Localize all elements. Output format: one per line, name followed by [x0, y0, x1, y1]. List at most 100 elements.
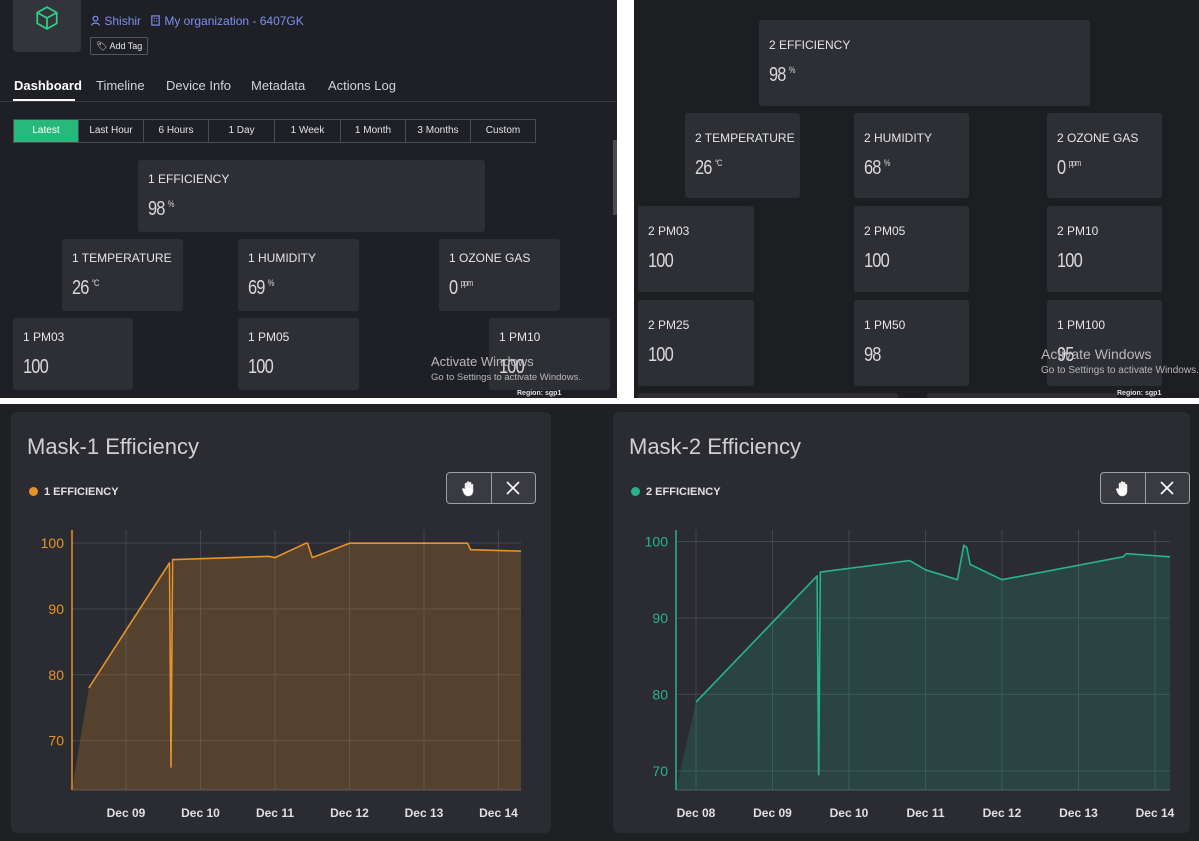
- chart-plot-mask-1[interactable]: 70 80 90 100 Dec 09 Dec 10 Dec 11 Dec 12 Dec 13 D…: [11, 412, 551, 833]
- range-3-months[interactable]: 3 Months: [406, 120, 471, 142]
- y-tick-label: 80: [48, 667, 64, 683]
- watermark-subtitle: Go to Settings to activate Windows.: [431, 372, 581, 383]
- card-label: 2 PM25: [648, 318, 690, 332]
- scrollbar[interactable]: [613, 140, 617, 215]
- time-range-selector: Latest Last Hour 6 Hours 1 Day 1 Week 1 …: [13, 119, 536, 143]
- series-area-fill: [676, 545, 1170, 790]
- card-value: 98%: [769, 64, 795, 86]
- x-tick-label: Dec 13: [1059, 806, 1098, 820]
- x-tick-label: Dec 12: [330, 806, 369, 820]
- watermark-subtitle: Go to Settings to activate Windows.: [1041, 365, 1199, 376]
- card-value: 100: [23, 356, 49, 378]
- x-tick-label: Dec 11: [256, 806, 294, 820]
- x-tick-label: Dec 08: [677, 806, 716, 820]
- card-1-humidity[interactable]: 1 HUMIDITY 69%: [238, 239, 359, 311]
- card-label: 1 PM10: [499, 330, 541, 344]
- card-label: 1 PM05: [248, 330, 290, 344]
- range-6-hours[interactable]: 6 Hours: [144, 120, 209, 142]
- tab-actions-log[interactable]: Actions Log: [328, 78, 396, 93]
- card-label: 2 HUMIDITY: [864, 131, 933, 145]
- card-value: 0 ppm: [1057, 157, 1081, 179]
- card-value: 98%: [148, 198, 174, 220]
- card-value: 26 °C: [72, 277, 99, 299]
- organization-link[interactable]: My organization - 6407GK: [150, 14, 304, 28]
- card-value: 68%: [864, 157, 890, 179]
- x-tick-label: Dec 11: [906, 806, 944, 820]
- tab-timeline[interactable]: Timeline: [96, 78, 145, 93]
- watermark-title: Activate Windows: [431, 354, 534, 369]
- tab-device-info[interactable]: Device Info: [166, 78, 231, 93]
- mask1-dashboard-panel: Shishir My organization - 6407GK 🏷 Add T…: [0, 0, 617, 398]
- x-tick-label: Dec 10: [181, 806, 220, 820]
- range-1-month[interactable]: 1 Month: [341, 120, 406, 142]
- card-2-humidity[interactable]: 2 HUMIDITY 68%: [854, 113, 969, 198]
- owner-link[interactable]: Shishir: [90, 14, 141, 28]
- card-1-efficiency[interactable]: 1 EFFICIENCY 98%: [138, 160, 485, 232]
- series-area-fill: [72, 543, 521, 790]
- card-label: 1 PM100: [1057, 318, 1106, 332]
- footer-region: Region: sgp1: [1117, 390, 1162, 397]
- card-label: 2 OZONE GAS: [1057, 131, 1139, 145]
- card-label: 2 TEMPERATURE: [695, 131, 795, 145]
- y-tick-label: 70: [48, 733, 64, 749]
- card-1-temperature[interactable]: 1 TEMPERATURE 26 °C: [62, 239, 183, 311]
- card-2-temperature[interactable]: 2 TEMPERATURE 26 °C: [685, 113, 800, 198]
- building-icon: [151, 15, 160, 26]
- card-2-pm03[interactable]: 2 PM03 100: [638, 206, 754, 292]
- card-2-efficiency[interactable]: 2 EFFICIENCY 98%: [759, 20, 1090, 106]
- card-2-pm25[interactable]: 2 PM25 100: [638, 300, 754, 386]
- tab-dashboard[interactable]: Dashboard: [14, 78, 82, 93]
- footer-region: Region: sgp1: [517, 390, 562, 397]
- y-tick-label: 100: [41, 535, 65, 551]
- range-last-hour[interactable]: Last Hour: [79, 120, 144, 142]
- range-1-week[interactable]: 1 Week: [275, 120, 341, 142]
- card-1-pm05[interactable]: 1 PM05 100: [238, 318, 359, 390]
- add-tag-button[interactable]: 🏷 Add Tag: [90, 37, 149, 55]
- user-icon: [90, 15, 101, 26]
- card-label: 1 PM03: [23, 330, 65, 344]
- card-value: 100: [648, 250, 674, 272]
- x-tick-label: Dec 14: [1136, 806, 1175, 820]
- range-1-day[interactable]: 1 Day: [209, 120, 275, 142]
- card-1-ozone-gas[interactable]: 1 OZONE GAS 0 ppm: [439, 239, 560, 311]
- watermark-title: Activate Windows: [1041, 346, 1152, 362]
- card-label: 2 PM03: [648, 224, 690, 238]
- card-1-pm50[interactable]: 1 PM50 98: [854, 300, 969, 386]
- owner-name: Shishir: [104, 14, 142, 28]
- x-tick-label: Dec 14: [479, 806, 518, 820]
- card-value: 98: [864, 344, 881, 366]
- y-tick-label: 80: [652, 686, 668, 702]
- card-label: 2 EFFICIENCY: [769, 38, 851, 52]
- y-tick-label: 70: [652, 763, 668, 779]
- card-label: 1 TEMPERATURE: [72, 251, 172, 265]
- tabs-divider: [0, 101, 617, 102]
- card-label: 2 PM10: [1057, 224, 1099, 238]
- activate-windows-watermark: Activate Windows Go to Settings to activ…: [1041, 346, 1199, 376]
- chart-card-mask-2: Mask-2 Efficiency 2 EFFICIENCY 70 80 90 100…: [613, 412, 1190, 833]
- card-label: 1 PM50: [864, 318, 906, 332]
- activate-windows-watermark: Activate Windows Go to Settings to activ…: [431, 354, 581, 383]
- mask2-dashboard-panel: 2 EFFICIENCY 98% 2 TEMPERATURE 26 °C 2 HU…: [634, 0, 1199, 398]
- cube-icon: [36, 6, 58, 30]
- card-partial-bottom-left: [638, 393, 898, 398]
- x-tick-label: Dec 13: [405, 806, 444, 820]
- tab-metadata[interactable]: Metadata: [251, 78, 305, 93]
- x-tick-label: Dec 12: [983, 806, 1022, 820]
- range-latest[interactable]: Latest: [14, 120, 79, 142]
- device-avatar: [13, 0, 81, 52]
- card-2-pm10[interactable]: 2 PM10 100: [1047, 206, 1162, 292]
- card-value: 69%: [248, 277, 274, 299]
- card-partial-bottom-right: [927, 393, 1117, 398]
- add-tag-label: Add Tag: [109, 41, 143, 51]
- card-2-pm05[interactable]: 2 PM05 100: [854, 206, 969, 292]
- card-2-ozone-gas[interactable]: 2 OZONE GAS 0 ppm: [1047, 113, 1162, 198]
- chart-plot-mask-2[interactable]: 70 80 90 100 Dec 08 Dec 09 Dec 10 Dec 11 Dec 12 D…: [613, 412, 1190, 833]
- card-value: 100: [648, 344, 674, 366]
- range-custom[interactable]: Custom: [471, 120, 535, 142]
- card-label: 1 EFFICIENCY: [148, 172, 230, 186]
- tag-icon: 🏷: [96, 41, 108, 51]
- card-value: 100: [864, 250, 890, 272]
- x-tick-label: Dec 10: [830, 806, 869, 820]
- x-tick-label: Dec 09: [753, 806, 792, 820]
- card-1-pm03[interactable]: 1 PM03 100: [13, 318, 133, 390]
